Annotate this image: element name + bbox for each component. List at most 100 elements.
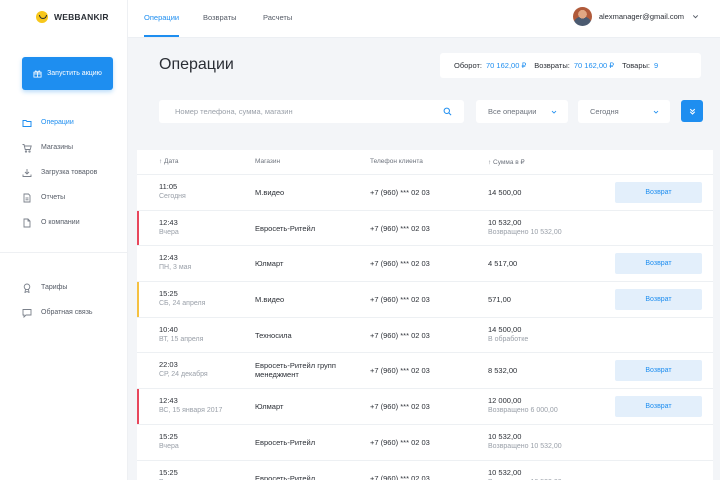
table-row[interactable]: 15:25 СБ, 24 апреля М.видео +7 (960) *** 02… [137,282,713,318]
row-sum: 14 500,00 [488,188,522,197]
stats-panel: Оборот: 70 162,00 ₽ Возвраты: 70 162,00 ₽ … [440,53,701,78]
search-input[interactable] [175,107,435,116]
return-button[interactable]: Возврат [615,182,702,203]
row-phone: +7 (960) *** 02 03 [370,188,430,197]
return-button[interactable]: Возврат [615,396,702,418]
expand-filters-button[interactable] [681,100,703,122]
period-filter-select[interactable]: Сегодня [578,100,670,123]
chat-icon [22,308,32,318]
table-row[interactable]: 15:25Вчера Евросеть-Ритейл +7 (960) *** 02… [137,461,713,480]
row-sum-block: 10 532,00Возвращено 10 532,00 [488,432,562,450]
row-date: ВС, 15 января 2017 [159,407,223,415]
chevron-down-icon [653,110,659,114]
sidebar-item-shops[interactable]: Магазины [0,135,128,160]
row-phone: +7 (960) *** 02 03 [370,473,430,480]
logo-text: WEBBANKIR [54,12,109,22]
row-datetime: 11:05 Сегодня [159,182,186,200]
return-button[interactable]: Возврат [615,253,702,275]
row-sum: 10 532,00 [488,217,522,227]
sidebar-item-operations[interactable]: Операции [0,110,128,135]
column-sum[interactable]: ↑ Сумма в ₽ [488,158,525,166]
sidebar-bottom-nav: Тарифы Обратная связь [0,275,128,325]
logo[interactable]: WEBBANKIR [36,11,109,23]
table-header: ↑ Дата Магазин Телефон клиента ↑ Сумма в… [137,150,713,175]
chevron-down-icon [551,110,557,114]
sidebar-item-upload[interactable]: Загрузка товаров [0,160,128,185]
row-sum-note: Возвращено 10 532,00 [488,228,562,236]
avatar [572,7,592,26]
row-time: 22:03 [159,360,178,370]
operations-filter-select[interactable]: Все операции [476,100,568,123]
table-row[interactable]: 12:43 Вчера Евросеть-Ритейл +7 (960) *** 02… [137,210,713,247]
return-button[interactable]: Возврат [615,289,702,311]
row-sum-block: 14 500,00 [488,188,521,197]
turnover-value: 70 162,00 ₽ [486,61,527,70]
return-button[interactable]: Возврат [615,360,702,382]
tab-returns[interactable]: Возвраты [203,13,237,22]
row-datetime: 15:25Вчера [159,468,179,480]
page-icon [23,218,31,227]
folder-icon [22,119,32,127]
goods-value: 9 [653,61,659,70]
sidebar-item-label: Загрузка товаров [41,169,98,176]
row-phone: +7 (960) *** 02 03 [370,366,430,376]
user-email: alexmanager@gmail.com [598,12,684,21]
row-sum-block: 10 532,00Возвращено 10 532,00 [488,218,562,236]
table-row[interactable]: 12:43 ПН, 3 мая Юлмарт +7 (960) *** 02 03 4 … [137,246,713,283]
sidebar-item-label: Магазины [41,144,74,151]
row-phone: +7 (960) *** 02 03 [370,402,430,412]
row-shop: Евросеть-Ритейл [255,223,316,233]
row-shop: Евросеть-Ритейл [255,437,316,447]
returns-label: Возвраты: [534,61,570,70]
sidebar-nav: Операции Магазины Загрузка товаров Отчет… [0,110,128,235]
sidebar-divider [0,252,128,253]
sidebar-item-reports[interactable]: Отчеты [0,185,128,210]
column-date[interactable]: ↑ Дата [159,158,178,165]
chevron-down-icon [692,15,699,19]
row-shop: М.видео [255,188,285,197]
table-row[interactable]: 15:25Вчера Евросеть-Ритейл +7 (960) *** 02… [137,425,713,461]
row-sum: 14 500,00 [488,324,522,334]
row-sum-block: 12 000,00 Возвращено 6 000,00 [488,396,558,414]
column-phone: Телефон клиента [370,158,423,165]
sidebar-item-label: О компании [41,219,80,226]
row-sum: 8 532,00 [488,366,518,376]
gift-icon [33,70,42,78]
search-box [159,100,464,123]
search-icon[interactable] [443,107,452,116]
row-sum-block: 571,00 [488,295,511,304]
row-time: 15:25 [159,289,178,299]
tab-settlements[interactable]: Расчеты [263,13,292,22]
table-row[interactable]: 12:43 ВС, 15 января 2017 Юлмарт +7 (960) **… [137,389,713,425]
period-filter-value: Сегодня [590,107,619,116]
row-datetime: 22:03 СР, 24 декабря [159,360,208,378]
row-datetime: 12:43 ВС, 15 января 2017 [159,396,222,414]
launch-promo-button[interactable]: Запустить акцию [22,57,113,90]
row-time: 12:43 [159,253,178,263]
sidebar: WEBBANKIR Запустить акцию Операции Магаз… [0,0,128,480]
table-row[interactable]: 10:40 ВТ, 15 апреля Техносила +7 (960) *** … [137,318,713,354]
row-sum: 10 532,00 [488,467,522,477]
row-phone: +7 (960) *** 02 03 [370,259,430,269]
turnover-label: Оборот: [454,61,482,70]
sidebar-item-tariffs[interactable]: Тарифы [0,275,128,300]
user-menu[interactable]: alexmanager@gmail.com [572,7,700,26]
row-time: 12:43 [159,396,178,406]
top-bar: Операции Возвраты Расчеты alexmanager@gm… [128,0,720,38]
turnover-stat: Оборот: 70 162,00 ₽ [454,61,526,70]
tab-operations[interactable]: Операции [144,13,179,22]
row-shop: Юлмарт [255,402,284,412]
status-marker [137,210,139,246]
row-datetime: 15:25Вчера [159,432,179,450]
operations-table: ↑ Дата Магазин Телефон клиента ↑ Сумма в… [137,150,713,480]
active-tab-indicator [144,35,179,37]
row-shop: Юлмарт [255,259,284,269]
row-date: Вчера [159,442,179,450]
sidebar-item-feedback[interactable]: Обратная связь [0,300,128,325]
cart-icon [22,143,32,153]
row-date: Вчера [159,228,179,236]
row-time: 10:40 [159,324,178,334]
table-row[interactable]: 22:03 СР, 24 декабря Евросеть-Ритейл групп… [137,353,713,390]
table-row[interactable]: 11:05 Сегодня М.видео +7 (960) *** 02 03 14 … [137,175,713,211]
sidebar-item-about[interactable]: О компании [0,210,128,235]
